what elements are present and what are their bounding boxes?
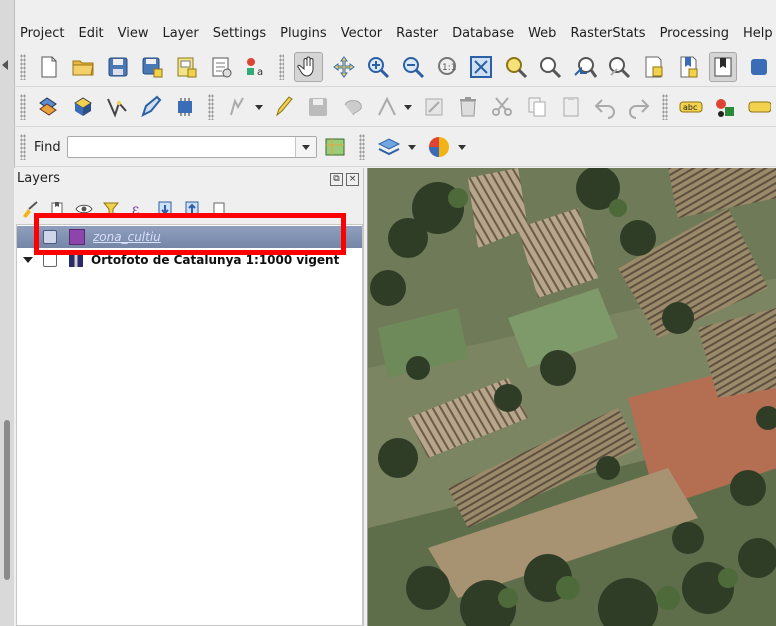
menu-rasterstats[interactable]: RasterStats — [564, 26, 651, 41]
new-project-icon[interactable] — [36, 53, 62, 81]
toolbar-grip[interactable] — [20, 94, 26, 120]
layer-tree: zona_cultiu Ortofoto de Catalunya 1:1000… — [16, 224, 363, 626]
vertex-tool-dropdown[interactable] — [254, 93, 263, 121]
toolbar-grip[interactable] — [20, 54, 26, 80]
color-wheel-dropdown[interactable] — [457, 133, 467, 161]
save-as-icon[interactable] — [139, 53, 165, 81]
menu-plugins[interactable]: Plugins — [274, 26, 333, 41]
show-bookmarks-icon[interactable] — [675, 53, 701, 81]
undo-icon[interactable] — [592, 93, 618, 121]
toolbar-grip[interactable] — [661, 94, 668, 120]
add-layer-icon[interactable] — [36, 93, 62, 121]
toggle-editing-icon[interactable] — [172, 93, 198, 121]
zoom-in-icon[interactable] — [365, 53, 391, 81]
locate-map-icon[interactable] — [321, 133, 349, 161]
zoom-out-icon[interactable] — [399, 53, 425, 81]
copy-features-icon[interactable] — [523, 93, 549, 121]
aerial-orthophoto — [368, 168, 776, 626]
zoom-to-layer-icon[interactable] — [537, 53, 563, 81]
vertex-tool-icon[interactable] — [224, 93, 250, 121]
svg-text:1:1: 1:1 — [442, 63, 456, 73]
zoom-to-selection-icon[interactable] — [503, 53, 529, 81]
save-edits-icon[interactable] — [305, 93, 331, 121]
menu-settings[interactable]: Settings — [207, 26, 272, 41]
node-tool-icon[interactable] — [421, 93, 447, 121]
annotation-highlight-box — [34, 213, 346, 255]
cut-features-icon[interactable] — [489, 93, 515, 121]
zoom-last-icon[interactable] — [571, 53, 597, 81]
pan-hand-icon[interactable] — [294, 52, 323, 82]
svg-text:abc: abc — [683, 103, 697, 112]
open-project-icon[interactable] — [70, 53, 96, 81]
pan-to-selection-icon[interactable] — [331, 53, 357, 81]
pencil-icon[interactable] — [271, 93, 297, 121]
layout-manager-icon[interactable] — [208, 53, 234, 81]
add-spatialite-icon[interactable] — [70, 93, 96, 121]
find-combobox[interactable] — [66, 136, 317, 158]
toolbar-grip[interactable] — [358, 134, 365, 160]
delete-selected-icon[interactable] — [455, 93, 481, 121]
menu-database[interactable]: Database — [446, 26, 520, 41]
zoom-next-icon[interactable] — [606, 53, 632, 81]
menu-processing[interactable]: Processing — [654, 26, 735, 41]
menu-bar: Project Edit View Layer Settings Plugins… — [14, 20, 776, 46]
svg-text:a: a — [257, 67, 263, 78]
label-more-icon[interactable] — [746, 93, 772, 121]
label-style-icon[interactable] — [712, 93, 738, 121]
add-feature-icon[interactable] — [340, 93, 366, 121]
layer-stack-icon[interactable] — [375, 133, 403, 161]
raster-layer-icon — [69, 253, 83, 267]
layers-panel-title: Layers — [17, 171, 61, 186]
menu-vector[interactable]: Vector — [335, 26, 388, 41]
new-bookmark-icon[interactable] — [640, 53, 666, 81]
map-canvas[interactable] — [367, 168, 776, 626]
find-dropdown-arrow[interactable] — [294, 137, 316, 157]
left-scrollbar[interactable] — [4, 420, 10, 580]
print-layout-icon[interactable] — [173, 53, 199, 81]
zoom-native-icon[interactable]: 1:1 — [434, 53, 460, 81]
redo-icon[interactable] — [626, 93, 652, 121]
menu-raster[interactable]: Raster — [390, 26, 444, 41]
menu-edit[interactable]: Edit — [72, 26, 109, 41]
move-feature-icon[interactable] — [374, 93, 400, 121]
temporal-icon[interactable] — [709, 52, 738, 82]
toolbar-grip[interactable] — [208, 94, 214, 120]
layer-stack-dropdown[interactable] — [407, 133, 417, 161]
style-manager-icon[interactable]: a — [242, 53, 268, 81]
collapse-arrow-icon[interactable] — [2, 60, 8, 70]
find-label: Find — [34, 139, 61, 155]
color-wheel-icon[interactable] — [425, 133, 453, 161]
menu-project[interactable]: Project — [14, 26, 70, 41]
toolbar-grip[interactable] — [278, 54, 285, 80]
paste-features-icon[interactable] — [558, 93, 584, 121]
zoom-full-icon[interactable] — [468, 53, 494, 81]
menu-web[interactable]: Web — [522, 26, 562, 41]
save-project-icon[interactable] — [104, 53, 130, 81]
find-input[interactable] — [67, 138, 298, 156]
menu-help[interactable]: Help — [737, 26, 776, 41]
float-panel-icon[interactable]: ⧉ — [330, 173, 343, 186]
layer-visibility-checkbox[interactable] — [43, 253, 57, 267]
find-toolbar: Find — [14, 128, 776, 167]
menu-layer[interactable]: Layer — [157, 26, 205, 41]
close-panel-icon[interactable]: × — [346, 173, 359, 186]
edit-pen-icon[interactable] — [138, 93, 164, 121]
left-dock-strip — [0, 0, 15, 626]
refresh-icon[interactable] — [745, 53, 771, 81]
project-navigation-toolbar: a 1:1 — [14, 48, 776, 87]
expand-arrow-icon[interactable] — [23, 257, 33, 263]
move-feature-dropdown[interactable] — [404, 93, 413, 121]
digitizing-toolbar: abc — [14, 88, 776, 127]
toolbar-grip[interactable] — [20, 134, 26, 160]
menu-view[interactable]: View — [112, 26, 155, 41]
digitize-icon[interactable] — [104, 93, 130, 121]
label-abc-icon[interactable]: abc — [678, 93, 704, 121]
layer-name: Ortofoto de Catalunya 1:1000 vigent — [91, 253, 340, 267]
